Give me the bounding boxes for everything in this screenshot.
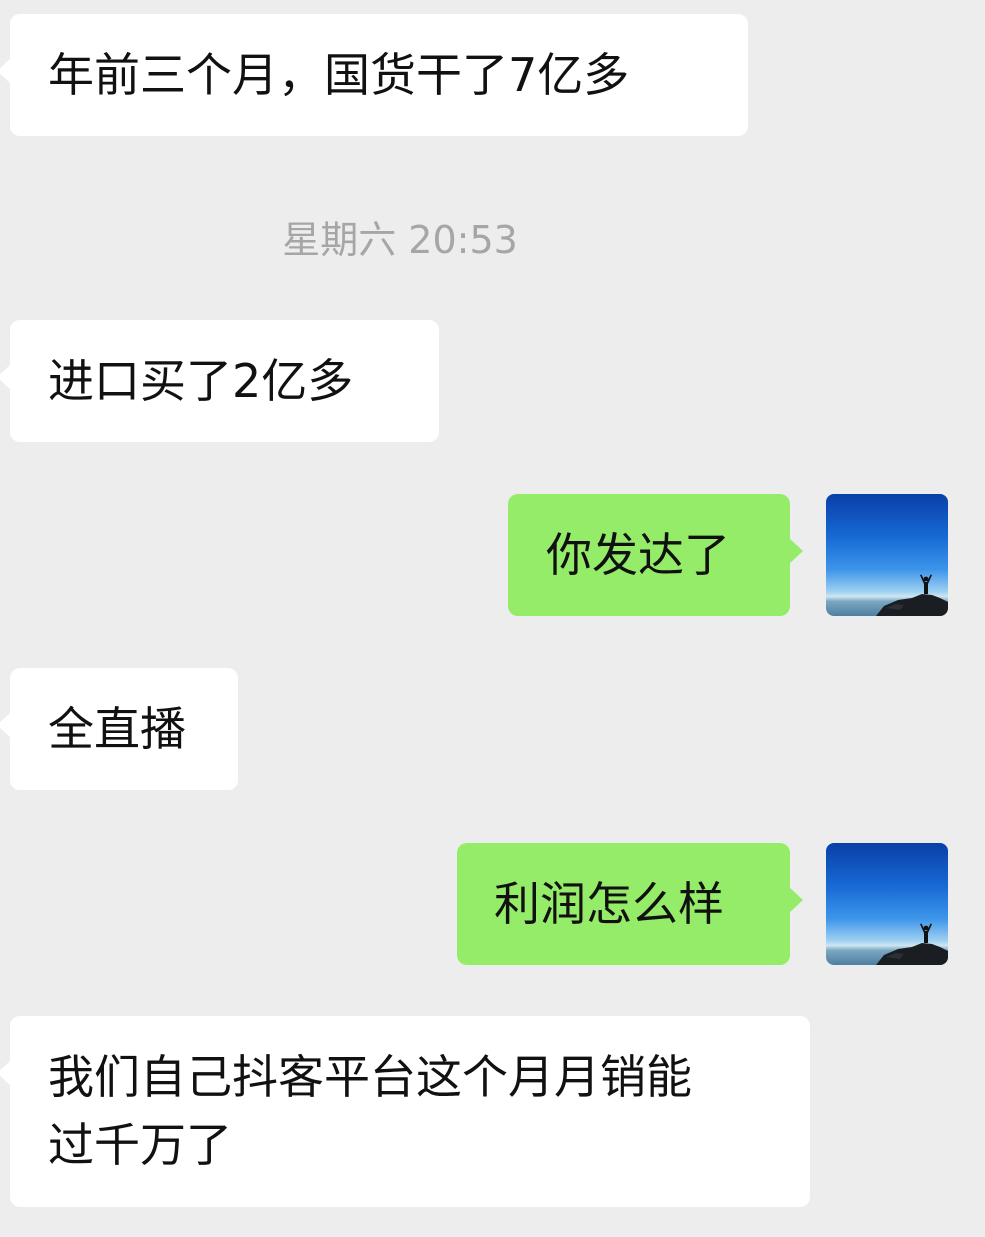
message-bubble-outgoing[interactable]: 你发达了 (508, 494, 803, 616)
message-text: 年前三个月，国货干了7亿多 (48, 48, 630, 102)
message-text: 你发达了 (546, 528, 730, 582)
message-text: 进口买了2亿多 (48, 354, 354, 408)
message-text: 全直播 (48, 702, 186, 756)
bubble-tail (789, 538, 803, 564)
message-bubble-incoming[interactable]: 全直播 (0, 668, 238, 790)
bubble-tail (0, 1060, 11, 1086)
message-text-line: 我们自己抖客平台这个月月销能 (48, 1050, 692, 1104)
person-on-rocks-icon (876, 923, 948, 965)
bubble-tail (0, 712, 11, 738)
message-bubble-incoming[interactable]: 年前三个月，国货干了7亿多 (0, 14, 748, 136)
bubble-tail (0, 58, 11, 84)
message-timestamp: 星期六 20:53 (282, 218, 518, 262)
message-bubble-incoming[interactable]: 进口买了2亿多 (0, 320, 439, 442)
user-avatar[interactable] (826, 494, 948, 616)
bubble-tail (0, 364, 11, 390)
chat-screen: { "conversation": { "timestamp": "星期六 20… (0, 0, 985, 1237)
message-text: 利润怎么样 (494, 877, 724, 931)
user-avatar[interactable] (826, 843, 948, 965)
message-bubble-incoming[interactable]: 我们自己抖客平台这个月月销能 过千万了 (0, 1016, 810, 1207)
bubble-tail (789, 887, 803, 913)
message-bubble-outgoing[interactable]: 利润怎么样 (457, 843, 803, 965)
message-text-line: 过千万了 (48, 1118, 232, 1172)
person-on-rocks-icon (876, 574, 948, 616)
